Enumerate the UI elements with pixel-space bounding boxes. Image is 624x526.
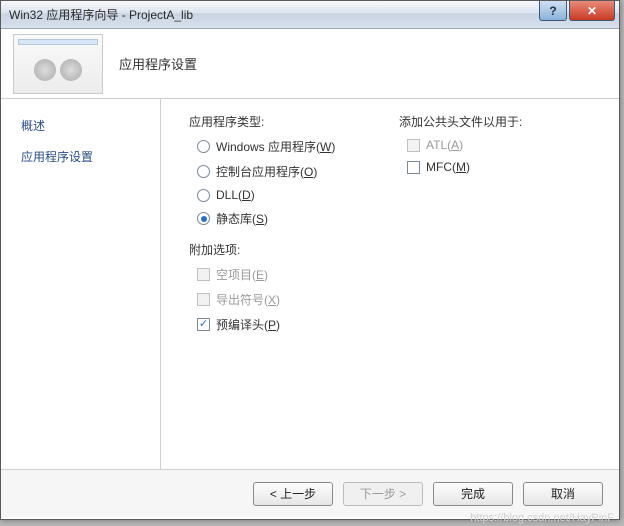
help-button[interactable]: ?: [539, 1, 567, 21]
main-panel: 应用程序类型: Windows 应用程序(W) 控制台应用程序(O) DLL(D…: [161, 99, 619, 469]
check-precompiled-header[interactable]: 预编译头(P): [197, 316, 399, 333]
checkbox-label: MFC(M): [426, 160, 470, 174]
next-button: 下一步 >: [343, 482, 423, 506]
checkbox-icon: [197, 318, 210, 331]
radio-label: 控制台应用程序(O): [216, 163, 317, 180]
close-button[interactable]: ✕: [569, 1, 615, 21]
sidebar: 概述 应用程序设置: [1, 99, 161, 469]
wizard-window: Win32 应用程序向导 - ProjectA_lib ? ✕ 应用程序设置 概…: [0, 0, 620, 520]
checkbox-label: ATL(A): [426, 138, 463, 152]
app-type-label: 应用程序类型:: [189, 113, 399, 130]
checkbox-icon: [407, 139, 420, 152]
extra-options-label: 附加选项:: [189, 241, 399, 258]
radio-icon: [197, 189, 210, 202]
radio-dll[interactable]: DLL(D): [197, 188, 399, 202]
check-export-symbols: 导出符号(X): [197, 291, 399, 308]
check-atl: ATL(A): [407, 138, 603, 152]
window-title: Win32 应用程序向导 - ProjectA_lib: [9, 6, 193, 23]
checkbox-label: 预编译头(P): [216, 316, 280, 333]
checkbox-icon: [197, 268, 210, 281]
checkbox-icon: [407, 161, 420, 174]
radio-static-lib[interactable]: 静态库(S): [197, 210, 399, 227]
radio-icon: [197, 140, 210, 153]
back-button[interactable]: < 上一步: [253, 482, 333, 506]
checkbox-icon: [197, 293, 210, 306]
radio-windows-app[interactable]: Windows 应用程序(W): [197, 138, 399, 155]
sidebar-item-settings[interactable]: 应用程序设置: [21, 148, 150, 165]
radio-console-app[interactable]: 控制台应用程序(O): [197, 163, 399, 180]
body: 概述 应用程序设置 应用程序类型: Windows 应用程序(W) 控制台应用程…: [1, 99, 619, 469]
common-headers-label: 添加公共头文件以用于:: [399, 113, 603, 130]
watermark: https://blog.csdn.net/HayPinF: [470, 512, 614, 524]
checkbox-label: 空项目(E): [216, 266, 268, 283]
wizard-icon: [13, 34, 103, 94]
title-controls: ? ✕: [537, 1, 615, 21]
header: 应用程序设置: [1, 29, 619, 99]
check-empty-project: 空项目(E): [197, 266, 399, 283]
titlebar[interactable]: Win32 应用程序向导 - ProjectA_lib ? ✕: [1, 1, 619, 29]
finish-button[interactable]: 完成: [433, 482, 513, 506]
radio-icon: [197, 212, 210, 225]
radio-label: 静态库(S): [216, 210, 268, 227]
sidebar-item-overview[interactable]: 概述: [21, 117, 150, 134]
radio-label: Windows 应用程序(W): [216, 138, 335, 155]
footer: < 上一步 下一步 > 完成 取消: [1, 469, 619, 517]
radio-label: DLL(D): [216, 188, 255, 202]
header-title: 应用程序设置: [119, 54, 197, 73]
radio-icon: [197, 165, 210, 178]
checkbox-label: 导出符号(X): [216, 291, 280, 308]
check-mfc[interactable]: MFC(M): [407, 160, 603, 174]
cancel-button[interactable]: 取消: [523, 482, 603, 506]
